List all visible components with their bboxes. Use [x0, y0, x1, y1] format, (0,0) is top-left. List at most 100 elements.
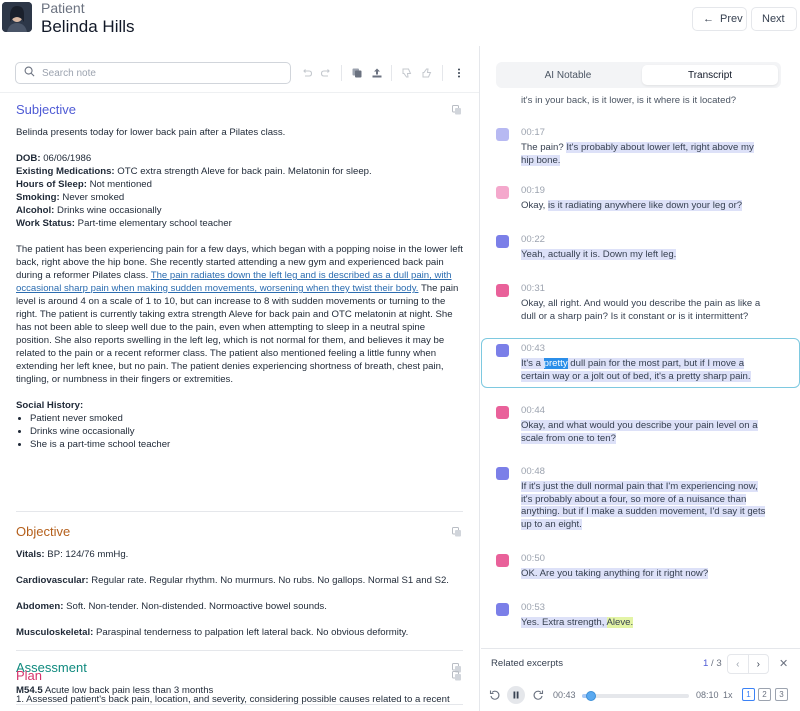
field-label: Smoking: [16, 192, 60, 203]
related-excerpts-label: Related excerpts [491, 658, 563, 669]
note-panel: Subjective Belinda presents today for lo… [0, 46, 480, 711]
panel-tabs: AI Notable Transcript [496, 62, 781, 88]
duration-time: 08:10 [696, 690, 719, 700]
message-text: The pain? It's probably about lower left… [521, 142, 766, 167]
redo-icon[interactable] [319, 66, 333, 80]
undo-icon[interactable] [300, 66, 314, 80]
copy-section-icon[interactable] [451, 526, 463, 538]
transcript-partial-line: it's in your back, is it lower, is it wh… [521, 95, 737, 106]
page-chip[interactable]: 2 [758, 688, 771, 701]
chevron-right-icon[interactable]: › [747, 655, 769, 673]
seek-handle[interactable] [586, 691, 597, 701]
field-label: Work Status: [16, 218, 75, 229]
message-text: Okay, and what would you describe your p… [521, 420, 766, 445]
field-row: Hours of Sleep: Not mentioned [16, 178, 463, 191]
row-label: Vitals: [16, 549, 45, 560]
patient-avatar [2, 2, 32, 32]
speaker-icon [496, 128, 509, 141]
arrow-left-icon: ← [703, 13, 714, 25]
playback-speed[interactable]: 1x [723, 690, 733, 700]
message-highlight: Okay, and what would you describe your p… [521, 420, 758, 444]
message-time: 00:31 [521, 283, 546, 294]
excerpt-total: / 3 [711, 658, 722, 669]
current-word: pretty [543, 358, 568, 369]
row-value: BP: 124/76 mmHg. [47, 549, 129, 560]
pause-button[interactable] [507, 686, 525, 704]
message-text: If it's just the dull normal pain that I… [521, 481, 766, 531]
rewind-icon[interactable] [489, 689, 501, 701]
message-highlight: Yeah, actually it is. Down my left leg. [521, 249, 677, 260]
thumbs-up-icon[interactable] [420, 66, 434, 80]
row-value: Regular rate. Regular rhythm. No murmurs… [91, 575, 449, 586]
speaker-icon [496, 467, 509, 480]
copy-icon[interactable] [350, 66, 364, 80]
patient-name: Belinda Hills [41, 17, 135, 36]
objective-row: Vitals: BP: 124/76 mmHg. [16, 548, 463, 561]
field-label: Existing Medications: [16, 166, 115, 177]
prev-label: Prev [720, 13, 743, 25]
message-highlight: If it's just the dull normal pain that I… [521, 481, 766, 530]
field-label: Hours of Sleep: [16, 179, 87, 190]
thumbs-down-icon[interactable] [400, 66, 414, 80]
field-value: OTC extra strength Aleve for back pain. … [117, 166, 372, 177]
copy-section-icon[interactable] [451, 670, 463, 682]
seek-bar[interactable] [582, 691, 689, 701]
chevron-left-icon[interactable]: ‹ [728, 655, 748, 673]
pause-icon [513, 691, 519, 699]
page-chip[interactable]: 3 [775, 688, 788, 701]
message-text: OK. Are you taking anything for it right… [521, 568, 766, 581]
section-divider [16, 650, 463, 651]
excerpt-current: 1 [703, 658, 709, 669]
note-body: Subjective Belinda presents today for lo… [0, 94, 479, 711]
transcript-panel: AI Notable Transcript it's in your back,… [481, 46, 800, 711]
message-text: Okay, all right. And would you describe … [521, 298, 761, 322]
page-chip[interactable]: 1 [742, 688, 755, 701]
toolbar-divider [341, 65, 342, 81]
social-history: Social History: Patient never smoked Dri… [16, 399, 463, 451]
excerpt-counter: 1 / 3 [703, 658, 722, 669]
field-value: Part-time elementary school teacher [77, 218, 232, 229]
next-button[interactable]: Next [751, 7, 797, 31]
row-value: Paraspinal tenderness to palpation left … [95, 627, 409, 638]
row-value: Soft. Non-tender. Non-distended. Normoac… [66, 601, 327, 612]
next-label: Next [762, 13, 785, 25]
message-highlight: It's a [521, 358, 544, 369]
message-time: 00:43 [521, 343, 546, 354]
search-icon [24, 66, 35, 80]
field-row: Smoking: Never smoked [16, 191, 463, 204]
search-box[interactable] [15, 62, 291, 84]
message-plain: Okay, [521, 200, 549, 211]
close-icon[interactable]: ✕ [779, 657, 788, 670]
list-item: She is a part-time school teacher [30, 438, 463, 451]
copy-section-icon[interactable] [451, 104, 463, 116]
search-input[interactable] [42, 67, 272, 79]
speaker-icon [496, 554, 509, 567]
field-row: DOB: 06/06/1986 [16, 152, 463, 165]
tab-transcript[interactable]: Transcript [642, 65, 778, 85]
related-excerpts-bar: Related excerpts 1 / 3 ‹ › ✕ [481, 648, 800, 678]
field-label: Alcohol: [16, 205, 55, 216]
plan-title: Plan [16, 668, 43, 683]
message-time: 00:48 [521, 466, 546, 477]
export-icon[interactable] [370, 66, 384, 80]
field-value: Drinks wine occasionally [57, 205, 162, 216]
message-highlight: OK. Are you taking anything for it right… [521, 568, 709, 579]
section-divider [16, 511, 463, 512]
speaker-icon [496, 603, 509, 616]
audio-player: 00:43 08:10 1x 1 2 3 [481, 679, 800, 711]
list-item: Patient never smoked [30, 412, 463, 425]
forward-icon[interactable] [532, 689, 544, 701]
field-label: DOB: [16, 153, 41, 164]
tab-ai-notable[interactable]: AI Notable [499, 65, 637, 85]
speaker-icon [496, 186, 509, 199]
speaker-icon [496, 235, 509, 248]
message-time: 00:44 [521, 405, 546, 416]
message-highlight: is it radiating anywhere like down your … [548, 200, 743, 211]
plan-text: 1. Assessed patient's back pain, locatio… [16, 694, 450, 705]
hpi-text: The pain level is around 4 on a scale of… [16, 283, 459, 385]
toolbar-divider [442, 65, 443, 81]
hpi-paragraph: The patient has been experiencing pain f… [16, 243, 463, 386]
more-icon[interactable] [452, 66, 466, 80]
row-label: Cardiovascular: [16, 575, 89, 586]
prev-button[interactable]: ← Prev [692, 7, 747, 31]
